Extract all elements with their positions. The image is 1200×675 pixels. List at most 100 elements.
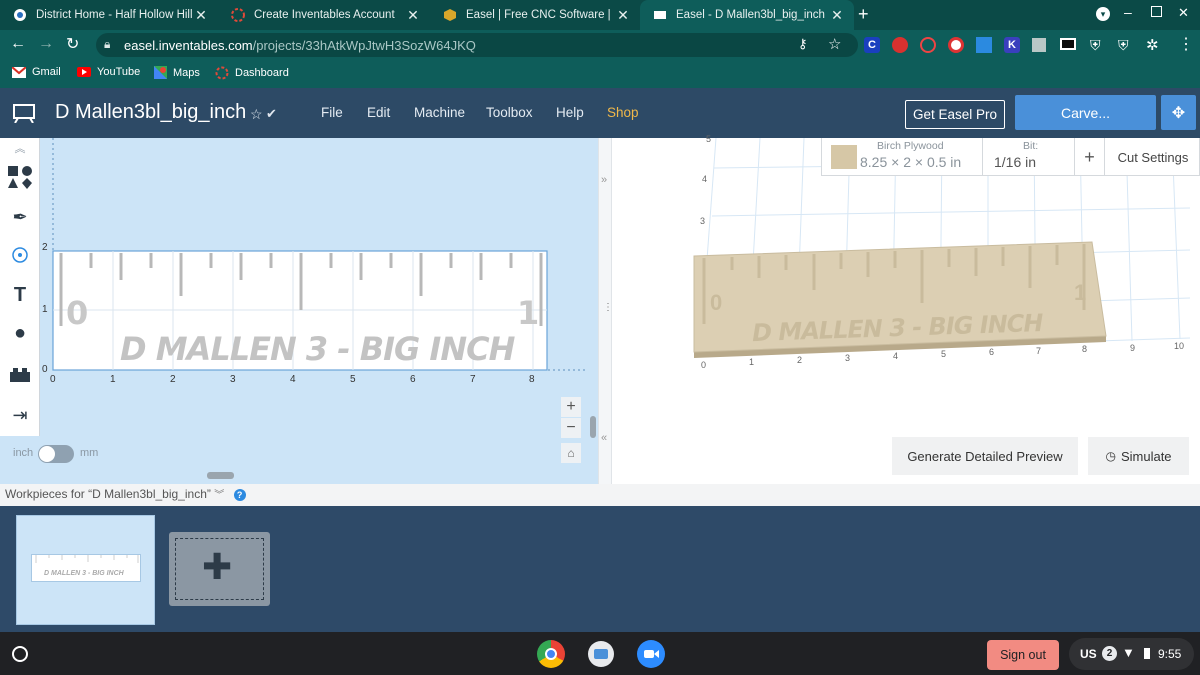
tab-easel-software[interactable]: Easel | Free CNC Software | Inven ✕	[430, 0, 640, 30]
extension-shield2-icon[interactable]: ⛨	[1118, 37, 1129, 54]
shapes-tool-icon[interactable]	[0, 158, 40, 196]
x-tick: 8	[529, 374, 535, 385]
pen-tool-icon[interactable]: ✒	[0, 198, 40, 236]
camera-app-icon[interactable]	[588, 641, 614, 667]
bookmark-star-icon[interactable]: ☆	[828, 35, 841, 53]
import-file-icon[interactable]: ⇥	[0, 396, 40, 434]
key-icon[interactable]: ⚷	[798, 36, 808, 52]
tab-create-account[interactable]: Create Inventables Account ✕	[218, 0, 430, 30]
minimize-icon[interactable]: –	[1124, 4, 1132, 20]
apps-apple-icon[interactable]: ●	[0, 314, 40, 352]
close-window-icon[interactable]: ✕	[1178, 5, 1189, 21]
3d-x-tick: 1	[749, 357, 755, 367]
tab-easel-project[interactable]: Easel - D Mallen3bl_big_inch ✕	[640, 0, 854, 30]
expand-arrows-icon[interactable]: ✥	[1161, 95, 1196, 130]
unit-inch-label: inch	[13, 447, 34, 459]
close-tab-icon[interactable]: ✕	[828, 7, 846, 24]
forward-arrow-icon[interactable]: →	[38, 35, 54, 53]
menu-toolbox[interactable]: Toolbox	[486, 105, 533, 120]
bit-selector[interactable]: Bit: 1/16 in	[982, 138, 1074, 176]
cut-settings-button[interactable]: Cut Settings	[1104, 138, 1200, 176]
url-path: /projects/33hAtkWpJtwH3SozW64JKQ	[252, 37, 476, 53]
ruler-engraving-text[interactable]: D MALLEN 3 - BIG INCH	[120, 330, 515, 368]
x-tick: 5	[350, 374, 356, 385]
panel-divider[interactable]: » ⋮ «	[598, 138, 613, 484]
new-tab-icon[interactable]: +	[858, 4, 869, 25]
tab-search-icon[interactable]: ▾	[1096, 7, 1110, 21]
generate-preview-button[interactable]: Generate Detailed Preview	[892, 437, 1078, 475]
bit-label: Bit:	[1023, 140, 1039, 152]
expand-right-icon[interactable]: »	[601, 174, 607, 186]
3d-preview[interactable]: 0 1 D MALLEN 3 - BIG INCH 5 4 3 0 1 2 3 …	[612, 134, 1200, 484]
menu-help[interactable]: Help	[556, 105, 584, 120]
extension-screen-icon[interactable]	[1060, 38, 1076, 50]
home-view-icon[interactable]: ⌂	[561, 443, 581, 463]
x-tick: 6	[410, 374, 416, 385]
zoom-in-button[interactable]: +	[561, 397, 581, 417]
get-easel-pro-button[interactable]: Get Easel Pro	[905, 100, 1005, 129]
extension-record-icon[interactable]	[948, 37, 964, 53]
battery-icon	[1144, 648, 1150, 659]
back-arrow-icon[interactable]: ←	[10, 35, 26, 53]
add-workpiece-button[interactable]: ✚	[169, 532, 270, 606]
extension-shield-icon[interactable]: ⛨	[1090, 37, 1101, 54]
address-bar[interactable]: 🔒︎ easel.inventables.com/projects/33hAtk…	[96, 33, 858, 57]
tab-title: Create Inventables Account	[254, 9, 395, 21]
extension-image-icon[interactable]	[976, 37, 992, 53]
unit-switch[interactable]	[38, 445, 74, 463]
close-tab-icon[interactable]: ✕	[404, 7, 422, 24]
close-tab-icon[interactable]: ✕	[614, 7, 632, 24]
simulate-button[interactable]: ◷ Simulate	[1088, 437, 1189, 475]
zoom-out-button[interactable]: −	[561, 418, 581, 438]
menu-edit[interactable]: Edit	[367, 105, 390, 120]
project-title[interactable]: D Mallen3bl_big_inch	[55, 101, 246, 124]
easel-logo-icon[interactable]	[12, 103, 36, 123]
material-swatch	[831, 145, 857, 169]
reload-icon[interactable]: ↻	[66, 34, 79, 54]
workpieces-area: D MALLEN 3 - BIG INCH ✚	[0, 506, 1200, 632]
status-tray[interactable]: US 2 ▼ 9:55	[1069, 638, 1194, 670]
chrome-menu-icon[interactable]: ⋮	[1178, 34, 1194, 54]
maximize-icon[interactable]	[1151, 6, 1162, 17]
bookmark-youtube[interactable]: YouTube	[77, 66, 140, 78]
extension-hand-icon[interactable]	[892, 37, 908, 53]
workpieces-dropdown-icon[interactable]: ︾	[214, 490, 224, 501]
extensions-puzzle-icon[interactable]: ✲	[1146, 36, 1159, 54]
target-tool-icon[interactable]	[0, 236, 40, 274]
plus-icon: ✚	[202, 546, 233, 587]
extension-puzzle-gray-icon[interactable]	[1032, 38, 1046, 52]
text-tool-icon[interactable]: T	[0, 276, 40, 314]
maps-icon	[154, 66, 167, 79]
horizontal-scrollbar[interactable]	[207, 472, 234, 479]
bookmark-dashboard[interactable]: Dashboard	[215, 66, 289, 80]
collapse-chevron-icon[interactable]: ︽	[0, 138, 40, 158]
workpiece-thumbnail[interactable]: D MALLEN 3 - BIG INCH	[16, 515, 155, 625]
extension-k-icon[interactable]: K	[1004, 37, 1020, 53]
extension-refresh-icon[interactable]	[920, 37, 936, 53]
design-canvas[interactable]: 0 1 D MALLEN 3 - BIG INCH 2 1 0 0 1 2 3 …	[0, 138, 598, 484]
help-icon[interactable]: ?	[233, 489, 246, 501]
vertical-scrollbar[interactable]	[590, 416, 596, 438]
zoom-app-icon[interactable]	[637, 640, 665, 668]
add-bit-button[interactable]: +	[1074, 138, 1104, 176]
sign-out-button[interactable]: Sign out	[987, 640, 1059, 670]
material-selector[interactable]: Birch Plywood 8.25 × 2 × 0.5 in	[822, 138, 982, 176]
expand-left-icon[interactable]: «	[601, 432, 607, 444]
material-panel: Birch Plywood 8.25 × 2 × 0.5 in Bit: 1/1…	[821, 138, 1200, 176]
menu-machine[interactable]: Machine	[414, 105, 465, 120]
carve-button[interactable]: Carve...	[1015, 95, 1156, 130]
tab-district-home[interactable]: District Home - Half Hollow Hills ✕	[0, 0, 218, 30]
bookmark-gmail[interactable]: Gmail	[12, 66, 61, 78]
extension-c-icon[interactable]: C	[864, 37, 880, 53]
bookmark-maps[interactable]: Maps	[154, 66, 200, 79]
saved-check-icon: ✔	[266, 106, 277, 121]
menu-file[interactable]: File	[321, 105, 343, 120]
chrome-app-icon[interactable]	[537, 640, 565, 668]
workpieces-label[interactable]: Workpieces for “D Mallen3bl_big_inch”	[5, 487, 211, 501]
launcher-icon[interactable]	[12, 646, 28, 662]
import-brick-icon[interactable]	[0, 356, 40, 394]
favorite-star-icon[interactable]: ☆	[250, 106, 263, 123]
close-tab-icon[interactable]: ✕	[192, 7, 210, 24]
menu-shop[interactable]: Shop	[607, 105, 639, 120]
district-favicon-icon	[12, 7, 28, 23]
